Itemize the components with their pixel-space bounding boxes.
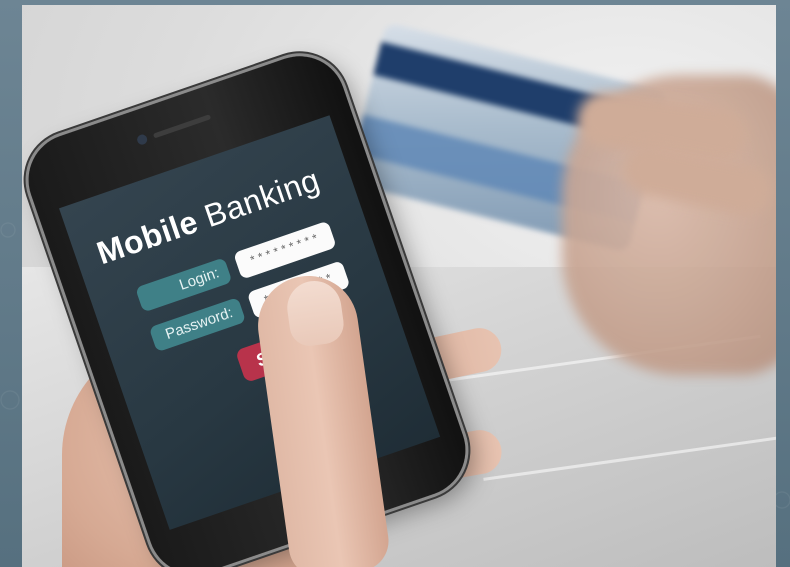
table-seam [483, 436, 776, 481]
photo: Mobile Banking Login: ********* Password… [22, 5, 776, 567]
app-title-rest: Banking [199, 161, 325, 235]
front-camera [135, 133, 149, 146]
phone-speaker [152, 114, 212, 139]
app-title-bold: Mobile [92, 203, 203, 272]
